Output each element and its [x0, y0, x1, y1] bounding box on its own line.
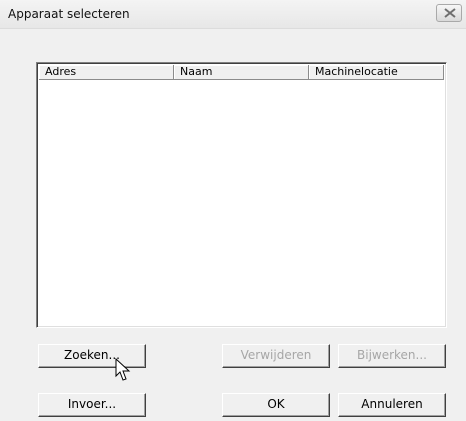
device-list[interactable]: Adres Naam Machinelocatie: [36, 62, 447, 328]
input-button[interactable]: Invoer...: [38, 393, 146, 417]
window-title: Apparaat selecteren: [8, 7, 130, 21]
column-header-adres[interactable]: Adres: [39, 65, 174, 80]
close-button[interactable]: [436, 4, 462, 22]
close-icon: [444, 8, 456, 18]
mouse-pointer-icon: [115, 358, 131, 381]
column-header-machinelocatie[interactable]: Machinelocatie: [309, 65, 444, 80]
column-header-naam[interactable]: Naam: [174, 65, 309, 80]
cancel-button[interactable]: Annuleren: [338, 393, 446, 417]
list-header: Adres Naam Machinelocatie: [39, 65, 444, 80]
ok-button[interactable]: OK: [222, 393, 330, 417]
update-button[interactable]: Bijwerken...: [338, 344, 446, 368]
remove-button[interactable]: Verwijderen: [222, 344, 330, 368]
title-bar: Apparaat selecteren: [0, 0, 466, 29]
